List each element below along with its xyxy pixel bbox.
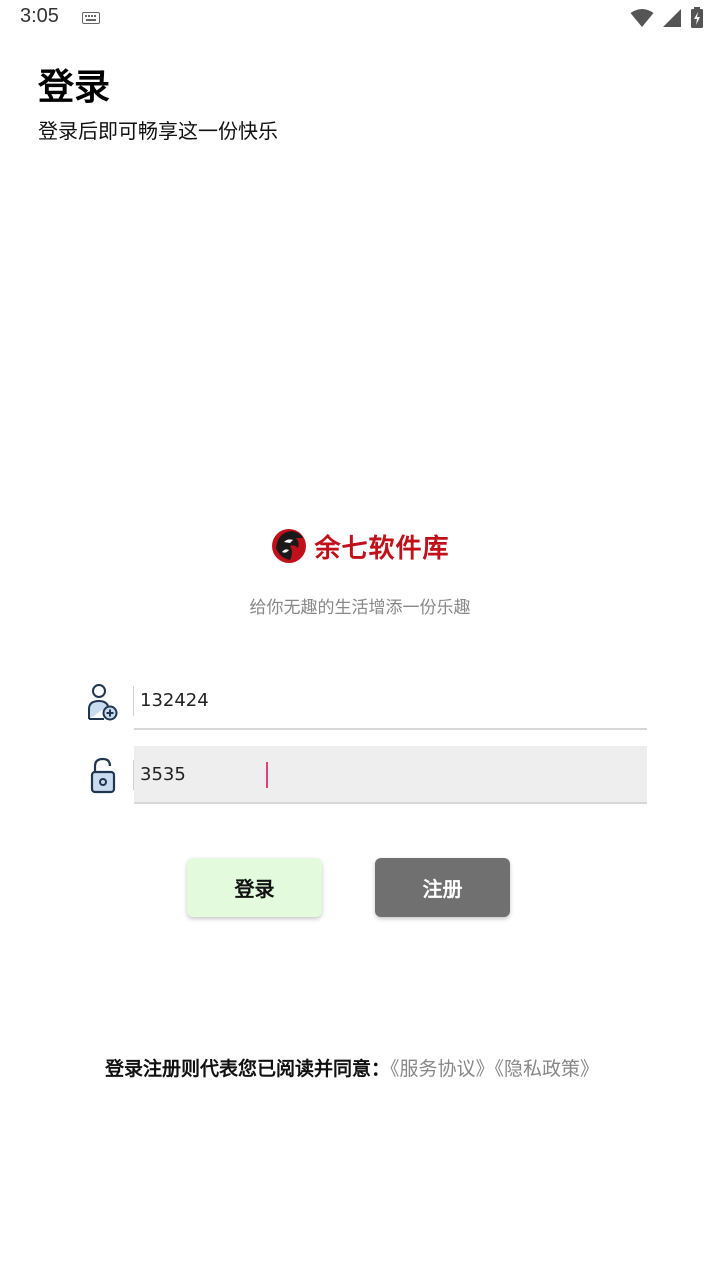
wifi-icon <box>630 9 654 27</box>
brand-logo: 余七软件库 <box>0 526 720 566</box>
login-button[interactable]: 登录 <box>187 858 322 917</box>
brand-slogan: 给你无趣的生活增添一份乐趣 <box>249 598 471 618</box>
keyboard-icon <box>82 12 100 24</box>
service-agreement-link[interactable]: 《服务协议》 <box>390 1058 495 1080</box>
privacy-policy-link[interactable]: 《隐私政策》 <box>495 1058 600 1080</box>
signal-icon <box>663 9 681 27</box>
username-row <box>84 672 647 730</box>
register-button[interactable]: 注册 <box>375 858 510 917</box>
battery-icon <box>691 7 703 28</box>
agreement-text: 登录注册则代表您已阅读并同意： <box>105 1058 391 1080</box>
status-time: 3:05 <box>20 5 59 27</box>
user-add-icon <box>88 684 118 721</box>
status-bar: 3:05 <box>0 0 720 36</box>
brand-name: 余七软件库 <box>314 533 450 564</box>
text-cursor <box>266 762 268 788</box>
password-input[interactable] <box>134 746 647 804</box>
unlock-icon <box>90 757 116 794</box>
password-row <box>84 746 647 804</box>
page-subtitle: 登录后即可畅享这一份快乐 <box>38 119 278 143</box>
page-title: 登录 <box>38 67 111 108</box>
dragon-emblem-icon <box>272 529 307 563</box>
agreement-line: 登录注册则代表您已阅读并同意：《服务协议》《隐私政策》 <box>105 1054 599 1081</box>
username-input[interactable] <box>134 672 647 730</box>
